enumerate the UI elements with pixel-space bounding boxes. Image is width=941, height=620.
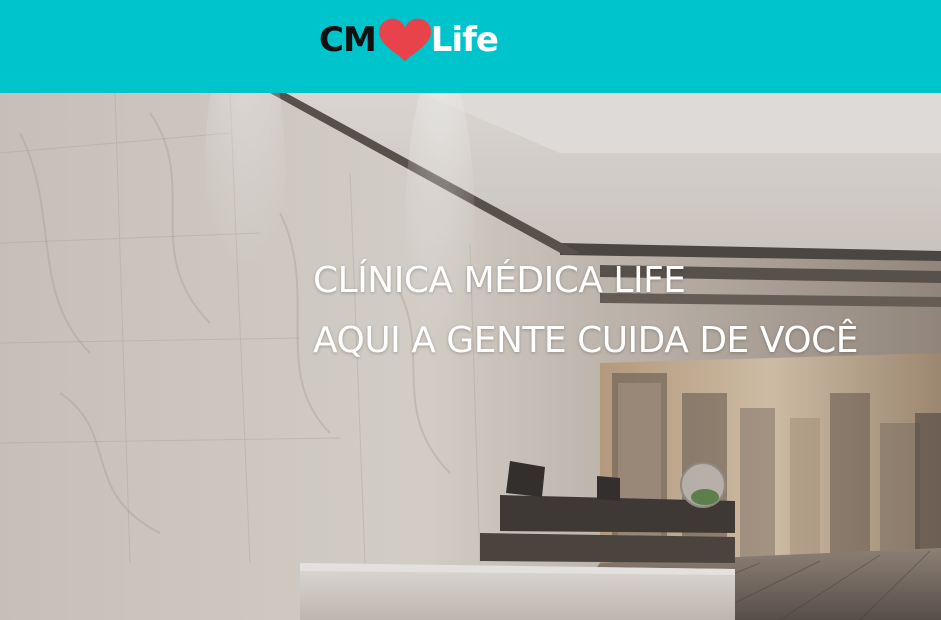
hero-headline: CLÍNICA MÉDICA LIFE AQUI A GENTE CUIDA D… <box>313 251 858 371</box>
header-bar: CM Life <box>0 0 941 93</box>
logo-prefix: CM <box>319 20 377 60</box>
hero-banner: CLÍNICA MÉDICA LIFE AQUI A GENTE CUIDA D… <box>0 93 941 620</box>
site-logo[interactable]: CM Life <box>319 16 499 64</box>
hero-subtitle: AQUI A GENTE CUIDA DE VOCÊ <box>313 320 858 361</box>
hero-title: CLÍNICA MÉDICA LIFE <box>313 260 686 301</box>
logo-suffix: Life <box>430 20 499 60</box>
heart-icon <box>378 18 431 61</box>
